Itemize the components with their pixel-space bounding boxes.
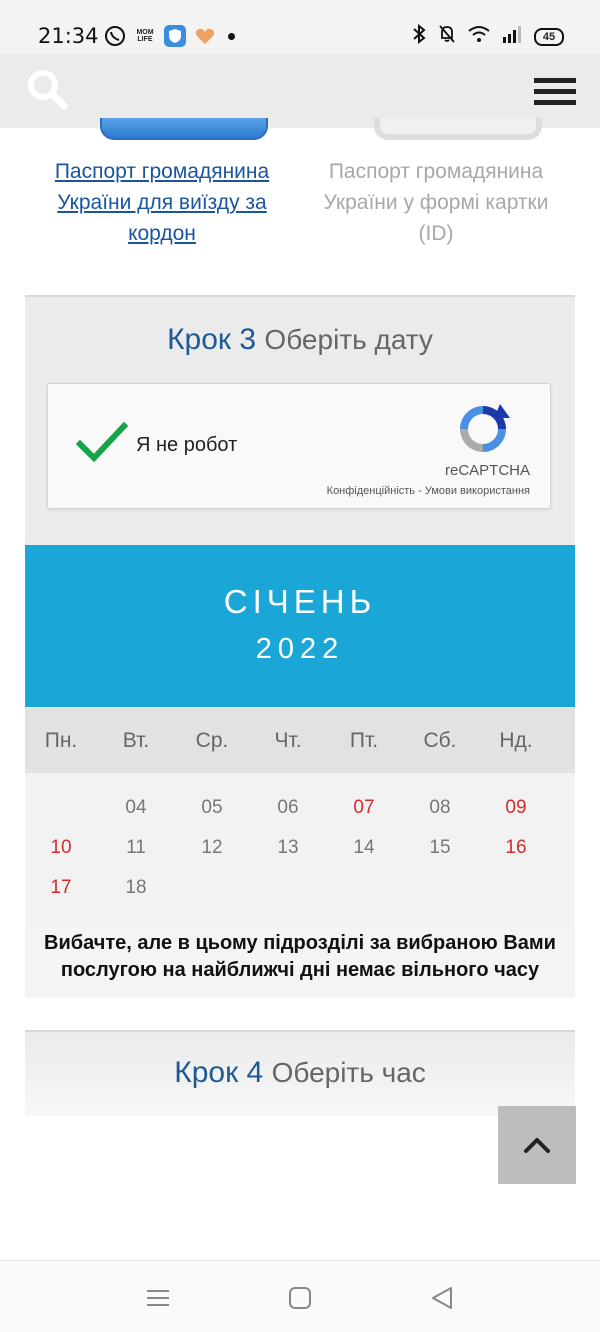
calendar-day[interactable]: 07 <box>334 797 394 819</box>
calendar-day[interactable]: 13 <box>258 837 318 859</box>
step-4-description: Оберіть час <box>271 1057 426 1088</box>
weekday-sat: Сб. <box>423 729 457 752</box>
notification-dot <box>228 32 235 40</box>
calendar-header: СІЧЕНЬ 2022 <box>25 545 575 707</box>
calendar-days-grid: 04 05 06 07 08 09 10 11 12 13 14 15 16 1… <box>25 773 575 928</box>
calendar-day[interactable]: 08 <box>410 797 470 819</box>
calendar-day[interactable]: 06 <box>258 797 318 819</box>
step-3-number: Крок 3 <box>167 323 257 356</box>
chevron-up-icon <box>524 1138 550 1153</box>
calendar-day[interactable]: 09 <box>486 797 546 819</box>
step-3-description: Оберіть дату <box>264 324 433 355</box>
recent-apps-icon[interactable] <box>143 1283 173 1313</box>
hamburger-menu-icon[interactable] <box>534 78 576 106</box>
step-4-title: Крок 4 Оберіть час <box>25 1056 575 1090</box>
weekday-thu: Чт. <box>274 729 302 752</box>
calendar-weekdays: Пн. Вт. Ср. Чт. Пт. Сб. Нд. <box>25 707 575 773</box>
status-app-icons: MOM LIFE <box>104 25 235 47</box>
weekday-wed: Ср. <box>195 729 229 752</box>
battery-icon: 45 <box>534 27 564 46</box>
calendar-year: 2022 <box>255 633 345 665</box>
calendar-day[interactable]: 17 <box>31 877 91 899</box>
passport-abroad-link[interactable]: Паспорт громадянина України для виїзду з… <box>32 156 292 249</box>
site-header <box>0 54 600 128</box>
calendar-day[interactable]: 15 <box>410 837 470 859</box>
checkmark-icon <box>75 421 129 463</box>
recaptcha-checkbox[interactable] <box>75 420 129 464</box>
back-icon[interactable] <box>427 1283 457 1313</box>
signal-icon <box>502 25 522 48</box>
status-indicators: 45 <box>412 23 564 49</box>
wifi-icon <box>468 25 490 48</box>
recaptcha-label: Я не робот <box>136 434 238 456</box>
status-time: 21:34 <box>38 24 99 48</box>
calendar-day[interactable]: 10 <box>31 837 91 859</box>
step-4-number: Крок 4 <box>174 1056 264 1089</box>
system-nav-bar <box>0 1260 600 1332</box>
passport-id-card-label[interactable]: Паспорт громадянина України у формі карт… <box>306 156 566 249</box>
step-3-section: Крок 3 Оберіть дату Я не робот reCAPTCHA… <box>25 295 575 545</box>
scroll-to-top-button[interactable] <box>498 1106 576 1184</box>
calendar-month: СІЧЕНЬ <box>223 583 377 620</box>
recaptcha-logo-icon <box>454 400 512 458</box>
calendar-day[interactable]: 11 <box>106 837 166 859</box>
shield-app-icon <box>164 25 186 47</box>
calendar-day[interactable]: 16 <box>486 837 546 859</box>
viber-icon <box>104 25 126 47</box>
recaptcha-privacy-link[interactable]: Конфіденційність <box>327 485 415 497</box>
weekday-tue: Вт. <box>122 729 150 752</box>
passport-id-card-image[interactable] <box>374 118 542 140</box>
weekday-fri: Пт. <box>349 729 379 752</box>
passport-abroad-image[interactable] <box>100 118 268 140</box>
step-4-section: Крок 4 Оберіть час <box>25 1030 575 1116</box>
weekday-mon: Пн. <box>44 729 78 752</box>
recaptcha-links: Конфіденційність - Умови використання <box>327 485 530 497</box>
step-3-title: Крок 3 Оберіть дату <box>25 323 575 357</box>
home-icon[interactable] <box>285 1283 315 1313</box>
recaptcha-widget: Я не робот reCAPTCHA Конфіденційність - … <box>47 383 551 509</box>
calendar-day[interactable]: 18 <box>106 877 166 899</box>
calendar-day[interactable]: 14 <box>334 837 394 859</box>
calendar-day[interactable]: 04 <box>106 797 166 819</box>
mom-life-icon: MOM LIFE <box>136 29 154 43</box>
bluetooth-icon <box>412 23 426 49</box>
weekday-sun: Нд. <box>499 729 533 752</box>
recaptcha-brand: reCAPTCHA <box>444 462 530 479</box>
no-time-available-message: Вибачте, але в цьому підрозділі за вибра… <box>25 928 575 998</box>
recaptcha-terms-link[interactable]: Умови використання <box>425 485 530 497</box>
health-heart-icon <box>194 25 216 47</box>
status-bar: 21:34 MOM LIFE 45 <box>0 0 600 54</box>
search-icon[interactable] <box>24 66 72 114</box>
calendar-day[interactable]: 05 <box>182 797 242 819</box>
recaptcha-separator: - <box>415 485 425 497</box>
bell-muted-icon <box>438 24 456 49</box>
passport-type-list: Паспорт громадянина України для виїзду з… <box>0 118 600 294</box>
calendar-day[interactable]: 12 <box>182 837 242 859</box>
